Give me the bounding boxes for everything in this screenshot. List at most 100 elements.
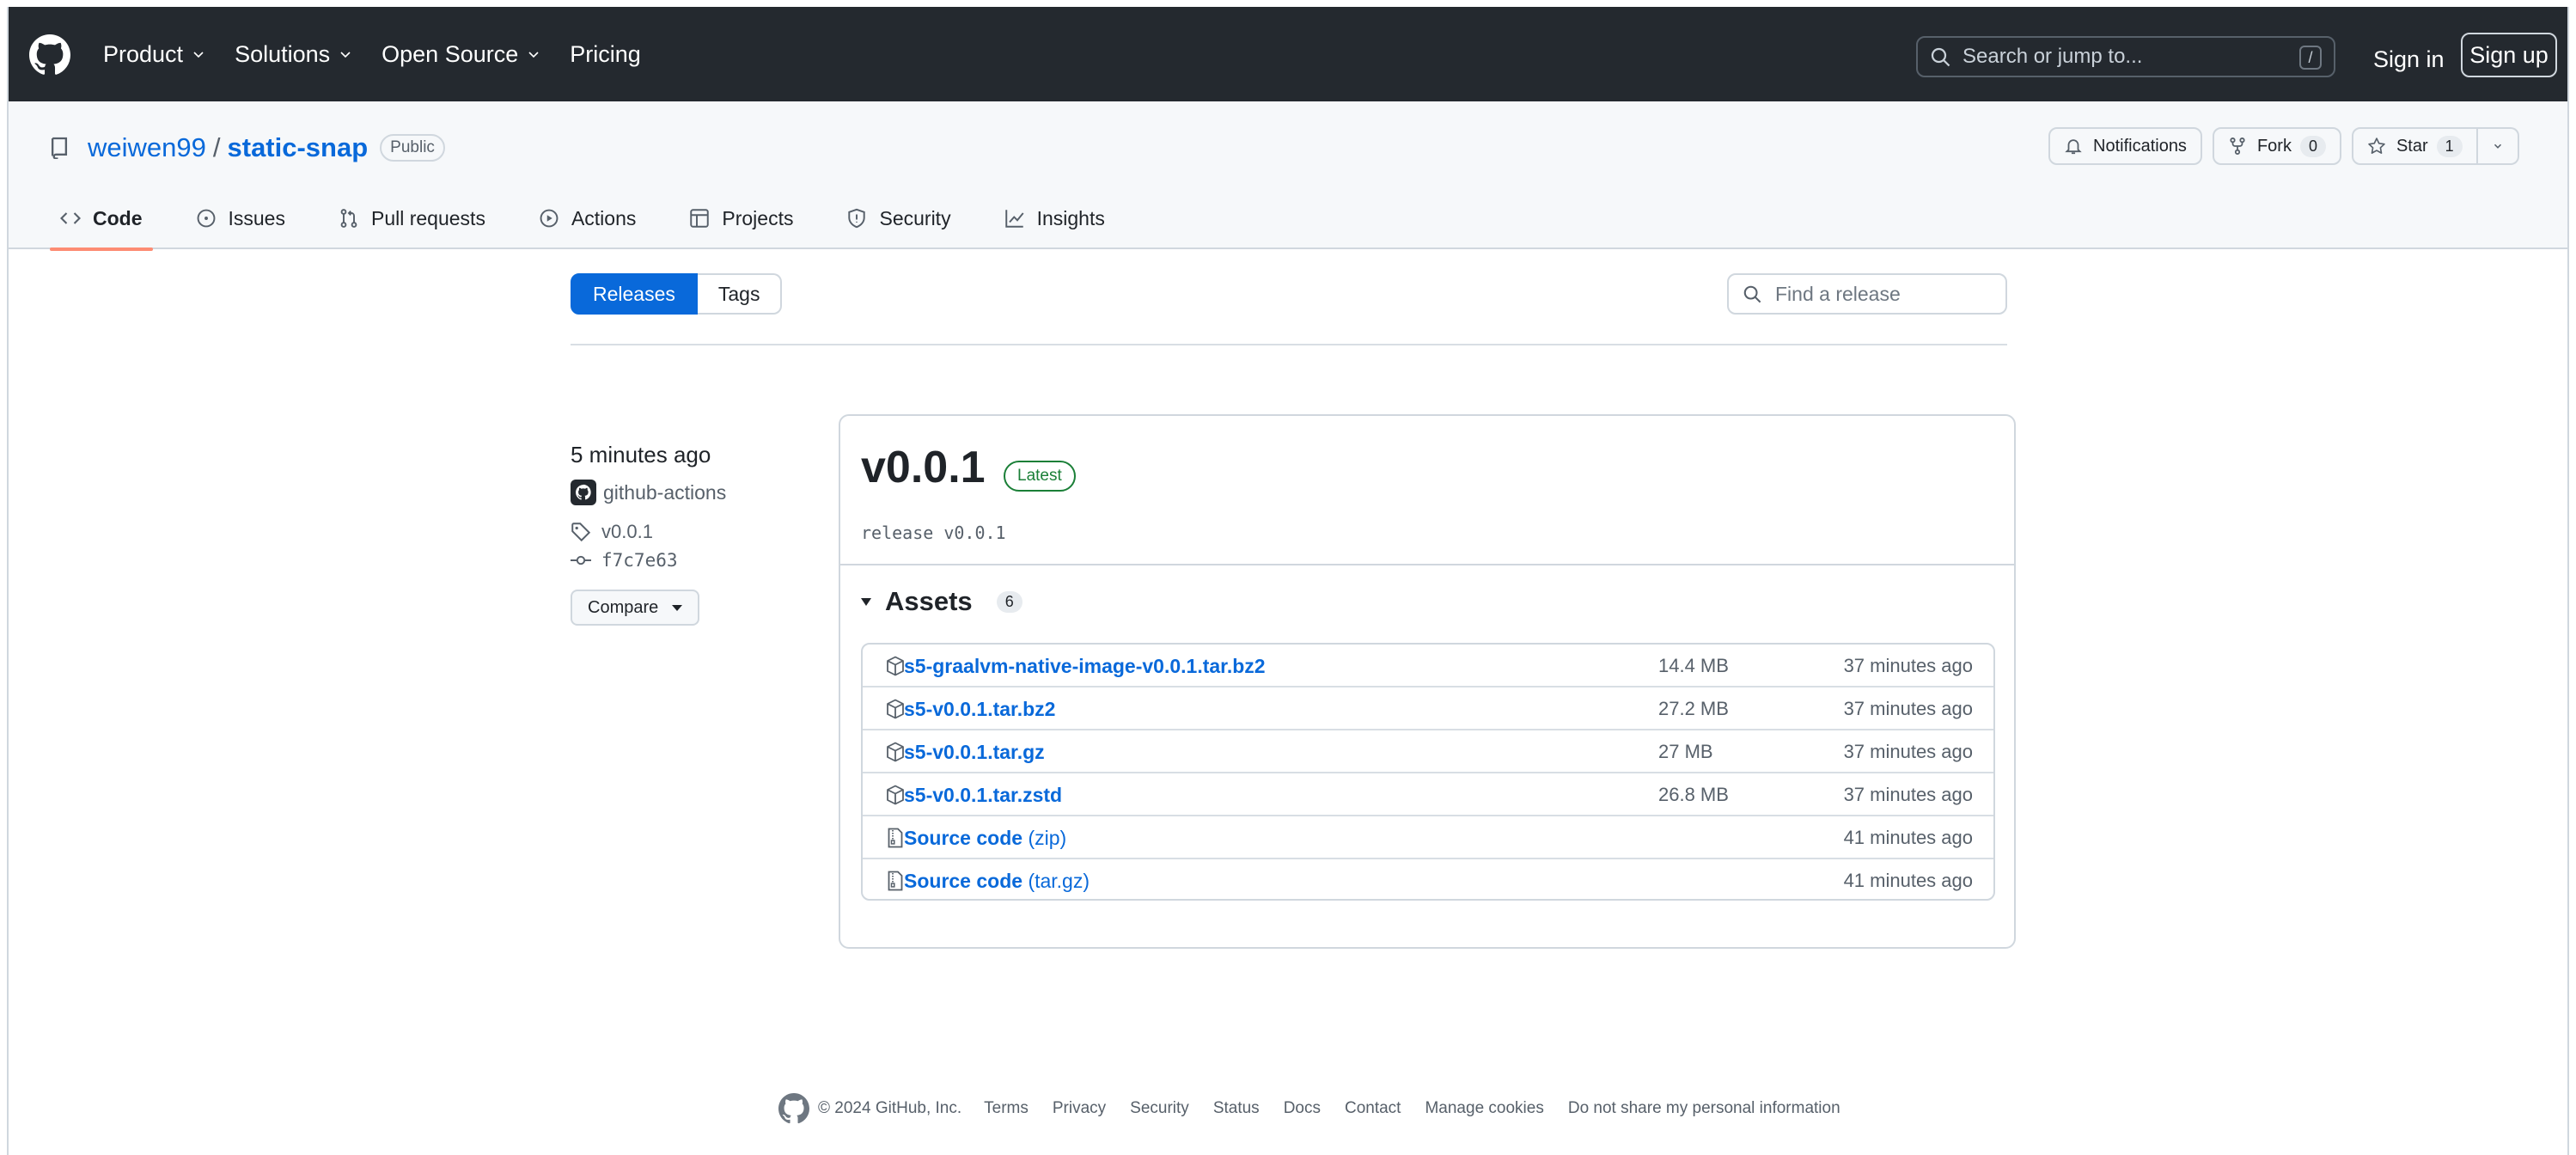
tags-tab-button[interactable]: Tags (697, 273, 783, 315)
tab-code[interactable]: Code (50, 187, 153, 251)
pull-request-icon (340, 209, 357, 228)
compare-button[interactable]: Compare (571, 590, 700, 626)
file-zip-icon (888, 828, 903, 848)
notifications-label: Notifications (2093, 136, 2187, 156)
avatar (571, 480, 596, 505)
github-logo-icon[interactable] (778, 1093, 809, 1124)
nav-pricing[interactable]: Pricing (570, 41, 641, 68)
asset-row: s5-v0.0.1.tar.zstd 26.8 MB 37 minutes ag… (863, 773, 1993, 816)
asset-suffix: (zip) (1028, 827, 1067, 849)
tab-insights[interactable]: Insights (994, 187, 1115, 249)
triangle-down-icon (861, 597, 871, 606)
tab-security[interactable]: Security (836, 187, 961, 249)
asset-link[interactable]: s5-v0.0.1.tar.gz (904, 741, 1045, 764)
bell-icon (2065, 139, 2082, 155)
tab-security-label: Security (879, 206, 951, 229)
assets-list: s5-graalvm-native-image-v0.0.1.tar.bz2 1… (861, 643, 1995, 901)
nav-open-source[interactable]: Open Source (382, 41, 540, 68)
repo-header: weiwen99 / static-snap Public Notificati… (9, 101, 2567, 251)
sign-in-link[interactable]: Sign in (2373, 46, 2445, 73)
releases-tab-button[interactable]: Releases (571, 273, 698, 315)
asset-link[interactable]: s5-graalvm-native-image-v0.0.1.tar.bz2 (904, 655, 1266, 678)
caret-down-icon (672, 604, 683, 611)
asset-name: s5-v0.0.1.tar.zstd (904, 784, 1063, 806)
release-author[interactable]: github-actions (571, 480, 726, 505)
code-icon (60, 212, 81, 224)
fork-count: 0 (2299, 135, 2326, 157)
notifications-button[interactable]: Notifications (2048, 127, 2202, 165)
star-dropdown-button[interactable] (2477, 127, 2519, 165)
asset-row: s5-v0.0.1.tar.bz2 27.2 MB 37 minutes ago (863, 688, 1993, 730)
play-icon (540, 209, 559, 228)
tab-issues[interactable]: Issues (186, 187, 296, 249)
fork-icon (2230, 138, 2245, 155)
tab-projects-label: Projects (722, 206, 794, 229)
asset-time: 37 minutes ago (1843, 784, 1973, 805)
fork-button[interactable]: Fork 0 (2212, 127, 2341, 165)
visibility-badge: Public (380, 134, 445, 162)
footer-link-terms[interactable]: Terms (984, 1099, 1029, 1118)
star-button[interactable]: Star 1 (2351, 127, 2478, 165)
search-icon (1743, 285, 1761, 303)
asset-link[interactable]: Source code (tar.gz) (904, 870, 1090, 893)
file-zip-icon (888, 871, 903, 891)
repo-name-link[interactable]: static-snap (228, 132, 369, 163)
footer-copyright: © 2024 GitHub, Inc. (818, 1099, 962, 1117)
github-actions-icon (576, 484, 591, 500)
find-release-input[interactable]: Find a release (1727, 273, 2007, 315)
chevron-down-icon (193, 52, 204, 58)
table-icon (690, 209, 710, 228)
asset-name: Source code (904, 870, 1023, 892)
footer-link-privacy[interactable]: Privacy (1053, 1099, 1106, 1118)
asset-name: s5-graalvm-native-image-v0.0.1.tar.bz2 (904, 655, 1266, 677)
footer-link-manage-cookies[interactable]: Manage cookies (1425, 1099, 1543, 1118)
repo-separator: / (212, 132, 221, 162)
asset-time: 37 minutes ago (1843, 741, 1973, 762)
search-icon (1931, 47, 1950, 67)
asset-time: 37 minutes ago (1843, 698, 1973, 719)
release-tag-link[interactable]: v0.0.1 (571, 521, 653, 543)
asset-row: Source code (zip) 41 minutes ago (863, 816, 1993, 859)
asset-size: 14.4 MB (1658, 655, 1729, 676)
footer-link-do-not-share[interactable]: Do not share my personal information (1568, 1099, 1840, 1118)
asset-row: s5-v0.0.1.tar.gz 27 MB 37 minutes ago (863, 730, 1993, 773)
release-time: 5 minutes ago (571, 442, 711, 468)
nav-open-source-label: Open Source (382, 40, 519, 67)
sign-up-button[interactable]: Sign up (2461, 33, 2557, 77)
release-title[interactable]: v0.0.1 (861, 442, 986, 493)
asset-name: Source code (904, 827, 1023, 849)
footer: © 2024 GitHub, Inc. Terms Privacy Securi… (778, 1093, 1865, 1124)
tag-icon (571, 522, 591, 542)
asset-size: 26.8 MB (1658, 784, 1729, 805)
chevron-down-icon (340, 52, 351, 58)
repo-owner-link[interactable]: weiwen99 (88, 132, 206, 163)
issue-icon (197, 209, 215, 228)
footer-link-security[interactable]: Security (1130, 1099, 1189, 1118)
tab-pull-requests[interactable]: Pull requests (328, 187, 496, 249)
release-commit: f7c7e63 (601, 550, 678, 571)
asset-link[interactable]: Source code (zip) (904, 827, 1066, 850)
find-release-placeholder: Find a release (1775, 282, 1901, 305)
commit-icon (571, 555, 591, 565)
asset-link[interactable]: s5-v0.0.1.tar.zstd (904, 784, 1062, 807)
release-notes: release v0.0.1 (861, 522, 1006, 543)
browser-page: Product Solutions Open Source Pricing Se… (7, 7, 2569, 1155)
asset-link[interactable]: s5-v0.0.1.tar.bz2 (904, 698, 1055, 721)
assets-toggle[interactable]: Assets 6 (861, 586, 1022, 617)
graph-icon (1004, 210, 1024, 228)
github-logo-icon[interactable] (29, 34, 70, 76)
tab-projects[interactable]: Projects (679, 187, 803, 249)
release-card: v0.0.1 Latest release v0.0.1 Assets 6 s5… (839, 414, 2016, 949)
nav-product[interactable]: Product (103, 41, 205, 68)
footer-link-status[interactable]: Status (1213, 1099, 1260, 1118)
tab-actions[interactable]: Actions (528, 187, 646, 249)
tab-code-label: Code (93, 206, 143, 229)
search-shortcut-key: / (2299, 46, 2322, 70)
footer-link-contact[interactable]: Contact (1345, 1099, 1401, 1118)
tab-insights-label: Insights (1036, 206, 1105, 229)
footer-link-docs[interactable]: Docs (1284, 1099, 1321, 1118)
global-search-input[interactable]: Search or jump to... / (1916, 36, 2335, 77)
release-commit-link[interactable]: f7c7e63 (571, 550, 678, 571)
nav-solutions[interactable]: Solutions (235, 41, 352, 68)
package-icon (887, 699, 904, 719)
